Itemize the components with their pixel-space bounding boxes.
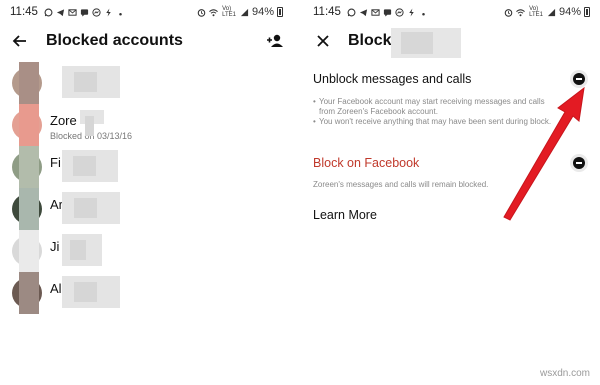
unblock-bullet: You won't receive anything that may have… bbox=[313, 117, 553, 127]
dot-icon bbox=[116, 8, 125, 17]
status-time: 11:45 bbox=[313, 6, 341, 18]
lte-indicator: Vo) LTE1 bbox=[529, 6, 543, 18]
whatsapp-icon bbox=[44, 8, 53, 17]
redacted-name bbox=[62, 234, 102, 266]
lte-indicator: Vo) LTE1 bbox=[222, 6, 236, 18]
unblock-details: Your Facebook account may start receivin… bbox=[313, 97, 553, 127]
contact-name: Al bbox=[50, 281, 62, 296]
page-title: Block bbox=[348, 32, 392, 49]
learn-more-link[interactable]: Learn More bbox=[313, 208, 377, 222]
message-icon bbox=[383, 8, 392, 17]
email-icon bbox=[68, 8, 77, 17]
contact-row[interactable]: Al bbox=[0, 272, 293, 314]
block-on-facebook-row[interactable]: Block on Facebook bbox=[313, 154, 590, 172]
lightning-icon bbox=[407, 7, 416, 17]
battery-percent: 94% bbox=[558, 6, 581, 18]
close-icon[interactable] bbox=[313, 31, 333, 51]
contact-row[interactable]: Fi bbox=[0, 146, 293, 188]
contact-row[interactable]: Ar bbox=[0, 188, 293, 230]
redacted-name bbox=[62, 66, 120, 98]
battery-icon bbox=[584, 7, 590, 17]
redacted-name bbox=[62, 276, 120, 308]
alarm-icon bbox=[504, 8, 513, 17]
telegram-icon bbox=[56, 8, 65, 17]
app-bar: Blocked accounts bbox=[0, 28, 293, 54]
battery-icon bbox=[277, 7, 283, 17]
watermark: wsxdn.com bbox=[539, 368, 590, 379]
unblock-messages-label: Unblock messages and calls bbox=[313, 72, 472, 86]
contact-name: Zore bbox=[50, 113, 77, 128]
contact-name: Ji bbox=[50, 239, 60, 254]
redacted-name bbox=[391, 28, 461, 58]
status-bar: 11:45 Vo) LTE1 94% bbox=[303, 6, 600, 20]
status-bar: 11:45 Vo) LTE1 94% bbox=[0, 6, 293, 20]
telegram-icon bbox=[359, 8, 368, 17]
wifi-icon bbox=[209, 8, 218, 17]
signal-icon bbox=[240, 8, 249, 17]
signal-icon bbox=[547, 8, 556, 17]
unblock-bullet: Your Facebook account may start receivin… bbox=[313, 97, 553, 117]
lightning-icon bbox=[104, 7, 113, 17]
add-person-icon[interactable] bbox=[265, 31, 285, 51]
message-icon bbox=[80, 8, 89, 17]
email-icon bbox=[371, 8, 380, 17]
alarm-icon bbox=[197, 8, 206, 17]
arrow-left-icon[interactable] bbox=[10, 31, 30, 51]
messenger-icon bbox=[395, 7, 404, 17]
redacted-name bbox=[80, 110, 104, 136]
block-facebook-note: Zoreen's messages and calls will remain … bbox=[313, 180, 489, 189]
contact-name: Fi bbox=[50, 155, 61, 170]
block-settings-screen: 11:45 Vo) LTE1 94% Block Unblock message… bbox=[303, 0, 600, 318]
app-bar: Block bbox=[303, 28, 600, 58]
unblock-messages-row[interactable]: Unblock messages and calls bbox=[313, 70, 590, 88]
contact-row[interactable]: Ji bbox=[0, 230, 293, 272]
dot-icon bbox=[419, 8, 428, 17]
blocked-contacts-list: Zore Blocked on 03/13/16 Fi Ar Ji Al bbox=[0, 62, 293, 314]
block-on-facebook-label: Block on Facebook bbox=[313, 156, 420, 170]
messenger-icon bbox=[92, 7, 101, 17]
redacted-name bbox=[62, 150, 118, 182]
status-time: 11:45 bbox=[10, 6, 38, 18]
blocked-accounts-screen: 11:45 Vo) LTE1 94% Blocked accounts Zore… bbox=[0, 0, 293, 318]
whatsapp-icon bbox=[347, 8, 356, 17]
contact-row[interactable] bbox=[0, 62, 293, 104]
unblock-toggle-button[interactable] bbox=[570, 70, 588, 88]
page-title: Blocked accounts bbox=[46, 32, 183, 49]
block-facebook-toggle-button[interactable] bbox=[570, 154, 588, 172]
wifi-icon bbox=[516, 8, 525, 17]
contact-row[interactable]: Zore Blocked on 03/13/16 bbox=[0, 104, 293, 146]
battery-percent: 94% bbox=[251, 6, 274, 18]
redacted-name bbox=[62, 192, 120, 224]
